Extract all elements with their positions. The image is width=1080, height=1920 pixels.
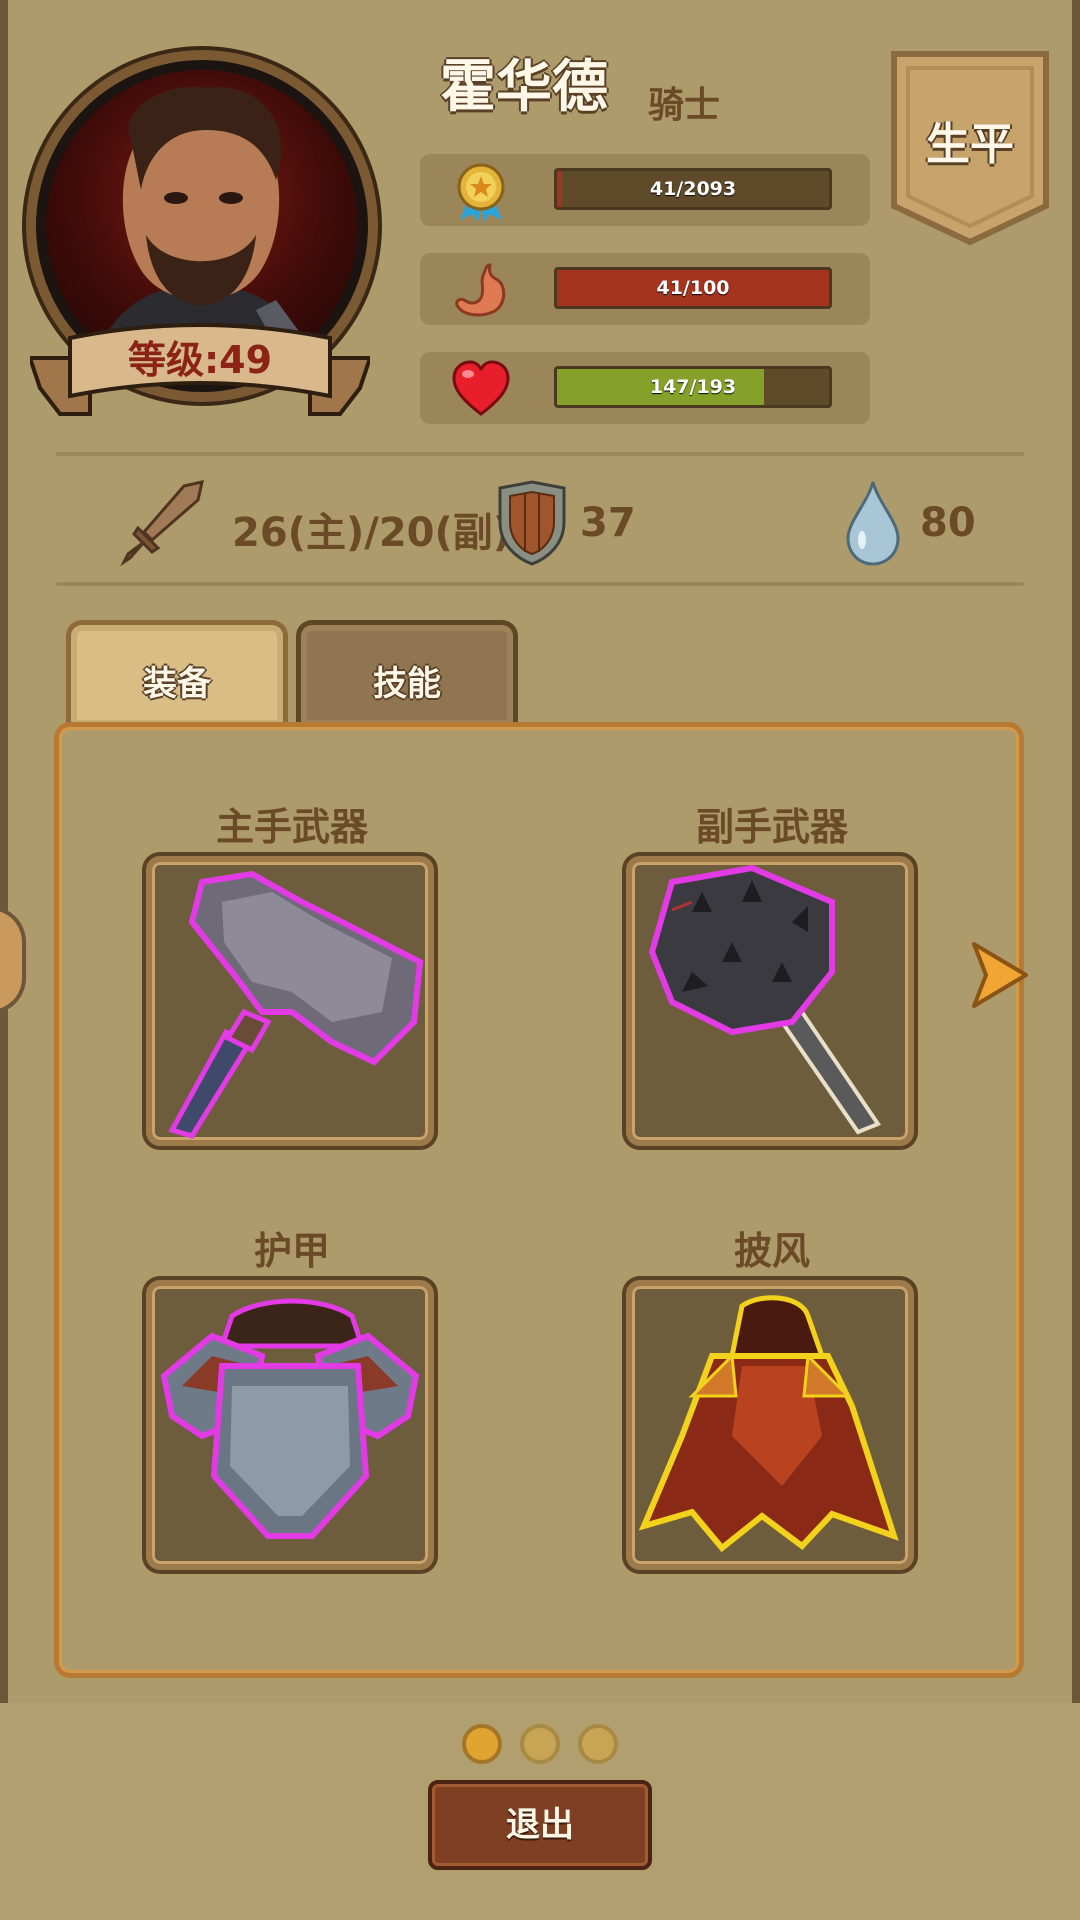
medal-icon xyxy=(457,163,505,222)
armor-slot[interactable] xyxy=(146,1280,434,1570)
left-frame-border xyxy=(0,0,8,1703)
divider-top xyxy=(56,452,1024,456)
cloak-label: 披风 xyxy=(733,1229,810,1273)
page-dot-3[interactable] xyxy=(578,1724,618,1764)
off-weapon-label: 副手武器 xyxy=(695,805,848,849)
page-dot-1[interactable] xyxy=(462,1724,502,1764)
hero-name: 霍华德 xyxy=(440,55,608,120)
exit-button[interactable]: 退出 xyxy=(428,1780,652,1870)
hunger-bar: 41/100 xyxy=(554,267,832,309)
heart-icon xyxy=(452,360,510,416)
health-row: 147/193 xyxy=(420,352,870,424)
hunger-row: 41/100 xyxy=(420,253,870,325)
level-label: 等级:49 xyxy=(127,338,273,382)
divider-bottom xyxy=(56,582,1024,586)
experience-value: 41/2093 xyxy=(649,178,737,200)
tab-equipment[interactable]: 装备 xyxy=(66,620,288,726)
hero-class: 骑士 xyxy=(648,85,721,126)
right-frame-border xyxy=(1072,0,1080,1703)
defense-value: 37 xyxy=(580,500,636,546)
armor-icon xyxy=(160,1298,420,1539)
water-value: 80 xyxy=(920,500,976,546)
mace-icon xyxy=(648,864,882,1135)
page-dot-2[interactable] xyxy=(520,1724,560,1764)
main-weapon-slot[interactable] xyxy=(146,856,434,1146)
experience-bar: 41/2093 xyxy=(554,168,832,210)
water-drop-icon xyxy=(846,481,900,566)
cloak-icon xyxy=(638,1295,899,1553)
next-page-arrow-icon[interactable] xyxy=(968,940,1030,1010)
health-bar: 147/193 xyxy=(554,366,832,408)
armor-label: 护甲 xyxy=(253,1229,330,1273)
main-weapon-label: 主手武器 xyxy=(215,805,368,849)
career-label: 生平 xyxy=(926,119,1014,170)
cloak-slot[interactable] xyxy=(626,1280,914,1570)
health-value: 147/193 xyxy=(649,376,737,398)
hammer-icon xyxy=(168,870,424,1139)
hunger-value: 41/100 xyxy=(656,277,730,299)
experience-row: 41/2093 xyxy=(420,154,870,226)
sword-icon xyxy=(120,480,204,567)
shield-icon xyxy=(498,480,566,566)
attack-value: 26(主)/20(副) xyxy=(232,510,512,556)
off-weapon-slot[interactable] xyxy=(626,856,914,1146)
stomach-icon xyxy=(455,263,506,317)
tab-skills[interactable]: 技能 xyxy=(296,620,518,726)
